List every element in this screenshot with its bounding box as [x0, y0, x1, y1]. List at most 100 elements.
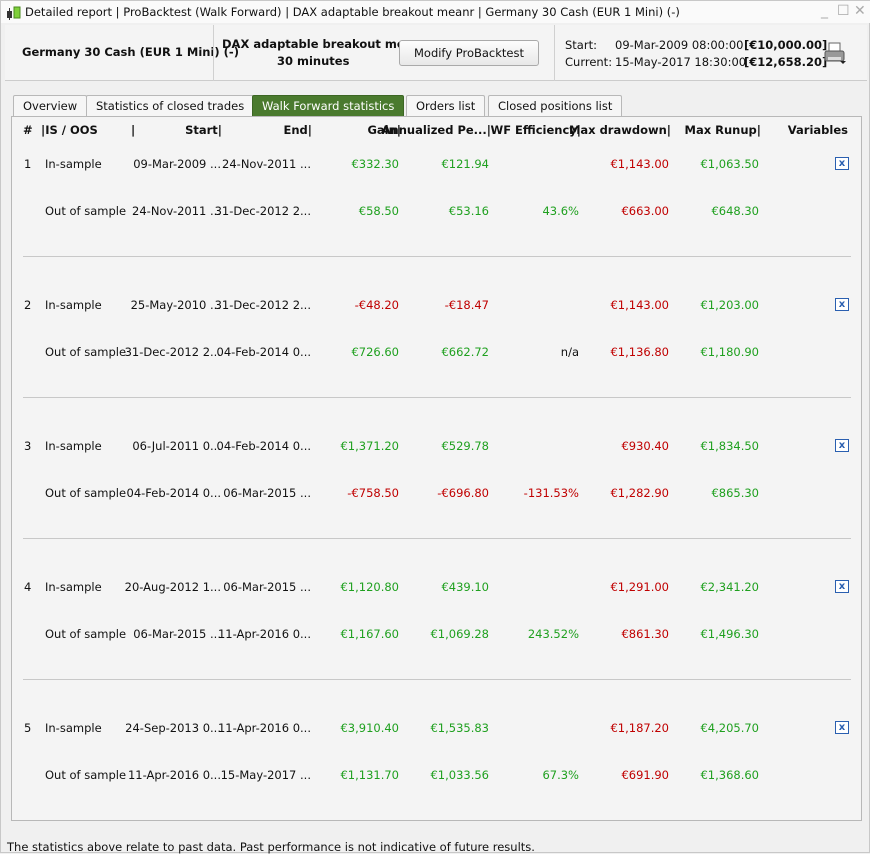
start-label: Start:	[565, 38, 597, 52]
cell-ann: €53.16	[448, 204, 489, 218]
row-divider	[23, 256, 851, 257]
cell-dd: €663.00	[621, 204, 669, 218]
variables-icon[interactable]: x	[835, 721, 849, 734]
cell-runup: €1,368.60	[700, 768, 759, 782]
cell-dd: €1,143.00	[610, 298, 669, 312]
cell-end: 06-Mar-2015 ...	[223, 486, 311, 500]
print-icon[interactable]	[823, 42, 847, 66]
cell-wf: 67.3%	[542, 768, 579, 782]
cell-dd: €861.30	[621, 627, 669, 641]
cell-ann: €439.10	[441, 580, 489, 594]
cell-dd: €1,136.80	[610, 345, 669, 359]
cell-gain: -€48.20	[354, 298, 399, 312]
maximize-button[interactable]: ☐	[837, 3, 850, 19]
cell-ann: €1,069.28	[430, 627, 489, 641]
sample-type: In-sample	[45, 439, 102, 453]
cell-dd: €1,143.00	[610, 157, 669, 171]
cell-dd: €691.90	[621, 768, 669, 782]
cell-runup: €648.30	[711, 204, 759, 218]
cell-wf: n/a	[560, 345, 579, 359]
variables-icon[interactable]: x	[835, 439, 849, 452]
col-wf-efficiency-header[interactable]: WF Efficiency|	[491, 123, 581, 137]
modify-probacktest-button[interactable]: Modify ProBacktest	[399, 40, 539, 66]
col-end-header[interactable]: End|	[284, 123, 312, 137]
tab-statistics-closed-trades[interactable]: Statistics of closed trades	[86, 95, 255, 116]
cell-end: 11-Apr-2016 0...	[217, 721, 311, 735]
cell-runup: €2,341.20	[700, 580, 759, 594]
variables-icon[interactable]: x	[835, 298, 849, 311]
cell-start: 31-Dec-2012 2...	[124, 345, 221, 359]
start-value: 09-Mar-2009 08:00:00	[615, 38, 744, 52]
sample-type: Out of sample	[45, 204, 127, 218]
sample-type: Out of sample	[45, 486, 127, 500]
cell-runup: €1,063.50	[700, 157, 759, 171]
cell-wf: -131.53%	[523, 486, 579, 500]
title-bar: Detailed report | ProBacktest (Walk Forw…	[1, 1, 870, 23]
cell-runup: €4,205.70	[700, 721, 759, 735]
tab-walk-forward-statistics[interactable]: Walk Forward statistics	[252, 95, 405, 116]
variables-icon[interactable]: x	[835, 580, 849, 593]
cell-end: 11-Apr-2016 0...	[217, 627, 311, 641]
cell-start: 20-Aug-2012 1...	[124, 580, 221, 594]
cell-runup: €1,834.50	[700, 439, 759, 453]
cell-end: 31-Dec-2012 2...	[214, 204, 311, 218]
cell-end: 06-Mar-2015 ...	[223, 580, 311, 594]
col-max-runup-header[interactable]: Max Runup|	[685, 123, 761, 137]
cell-ann: -€18.47	[444, 298, 489, 312]
cell-gain: €3,910.40	[340, 721, 399, 735]
walk-forward-table-panel	[11, 116, 862, 821]
cell-gain: €332.30	[351, 157, 399, 171]
cell-ann: €1,033.56	[430, 768, 489, 782]
col-sep-header[interactable]: |	[131, 123, 135, 137]
backtest-header: Germany 30 Cash (EUR 1 Mini) (-) DAX ada…	[5, 25, 867, 81]
tab-overview[interactable]: Overview	[13, 95, 88, 116]
window-title: Detailed report | ProBacktest (Walk Forw…	[25, 5, 680, 19]
tab-orders-list[interactable]: Orders list	[406, 95, 486, 116]
cell-gain: €726.60	[351, 345, 399, 359]
cell-runup: €1,496.30	[700, 627, 759, 641]
cell-ann: €662.72	[441, 345, 489, 359]
cell-start: 24-Sep-2013 0...	[125, 721, 221, 735]
col-annualized-header[interactable]: Annualized Pe...|	[382, 123, 491, 137]
cell-dd: €1,187.20	[610, 721, 669, 735]
row-number: 5	[24, 721, 32, 735]
cell-wf: 243.52%	[527, 627, 579, 641]
cell-end: 31-Dec-2012 2...	[214, 298, 311, 312]
cell-dd: €1,282.90	[610, 486, 669, 500]
cell-end: 15-May-2017 ...	[220, 768, 311, 782]
cell-dd: €930.40	[621, 439, 669, 453]
cell-end: 04-Feb-2014 0...	[216, 345, 312, 359]
row-number: 3	[24, 439, 32, 453]
minimize-button[interactable]: _	[821, 3, 828, 19]
start-capital: [€10,000.00]	[744, 38, 828, 52]
cell-end: 04-Feb-2014 0...	[216, 439, 312, 453]
cell-gain: €1,371.20	[340, 439, 399, 453]
cell-gain: -€758.50	[347, 486, 399, 500]
col-number-header[interactable]: #	[23, 123, 33, 137]
cell-start: 25-May-2010 ...	[130, 298, 221, 312]
col-variables-header[interactable]: Variables	[788, 123, 848, 137]
close-button[interactable]: ✕	[854, 3, 866, 19]
cell-start: 06-Mar-2015 ...	[133, 627, 221, 641]
row-divider	[23, 538, 851, 539]
current-capital: [€12,658.20]	[744, 55, 828, 69]
sample-type: In-sample	[45, 721, 102, 735]
row-number: 4	[24, 580, 32, 594]
disclaimer: The statistics above relate to past data…	[7, 840, 535, 854]
cell-runup: €865.30	[711, 486, 759, 500]
sample-type: In-sample	[45, 157, 102, 171]
cell-start: 24-Nov-2011 ...	[132, 204, 221, 218]
candlestick-logo-icon	[7, 6, 21, 20]
col-is-oos-header[interactable]: |IS / OOS	[41, 123, 98, 137]
instrument-name: Germany 30 Cash (EUR 1 Mini) (-)	[22, 45, 239, 59]
cell-ann: €529.78	[441, 439, 489, 453]
variables-icon[interactable]: x	[835, 157, 849, 170]
cell-runup: €1,180.90	[700, 345, 759, 359]
cell-start: 09-Mar-2009 ...	[133, 157, 221, 171]
sample-type: In-sample	[45, 580, 102, 594]
col-start-header[interactable]: Start|	[185, 123, 222, 137]
cell-wf: 43.6%	[542, 204, 579, 218]
tab-closed-positions-list[interactable]: Closed positions list	[488, 95, 623, 116]
col-max-drawdown-header[interactable]: Max drawdown|	[569, 123, 671, 137]
sample-type: Out of sample	[45, 768, 127, 782]
